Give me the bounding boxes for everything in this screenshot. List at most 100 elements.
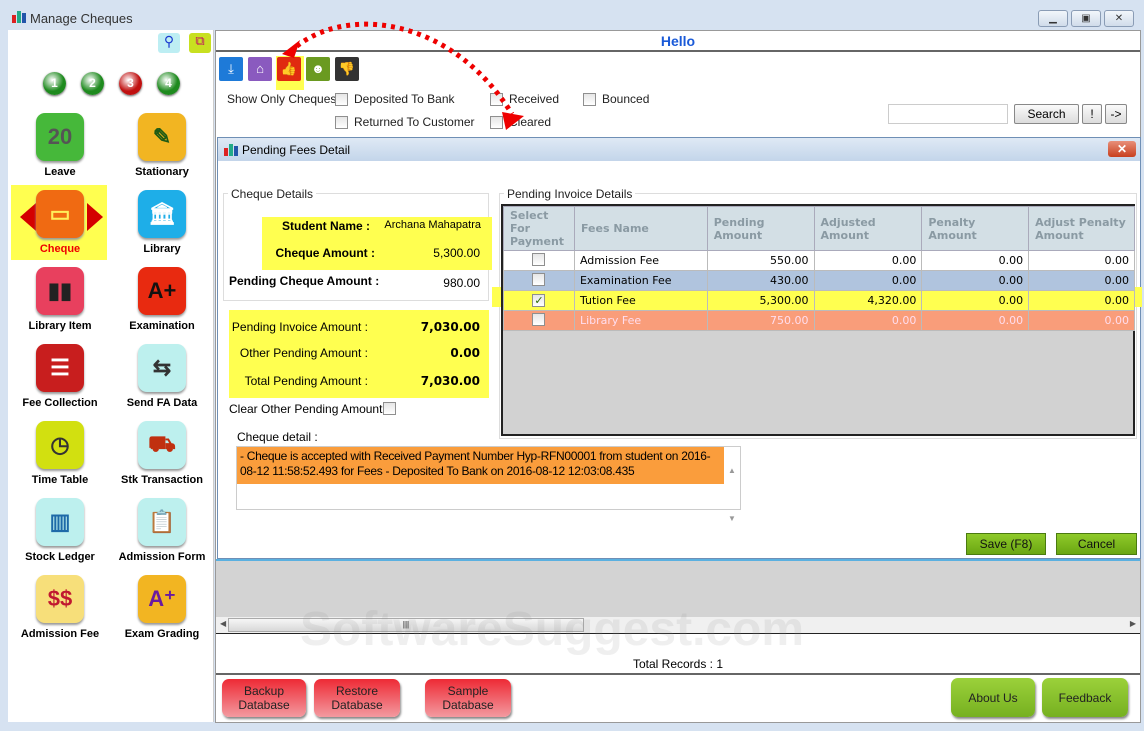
adjusted-amount-cell[interactable]: 0.00	[813, 270, 923, 291]
col-adjusted[interactable]: Adjusted Amount	[813, 206, 923, 251]
search-button[interactable]: Search	[1014, 104, 1079, 124]
clear-other-checkbox[interactable]	[383, 402, 396, 415]
col-adj-penalty[interactable]: Adjust Penalty Amount	[1028, 206, 1135, 251]
table-row[interactable]: Library Fee 750.00 0.00 0.00 0.00	[503, 310, 1135, 331]
scroll-right-icon[interactable]: ▶	[1130, 619, 1136, 628]
clock-icon: ◷	[36, 421, 84, 469]
cheque-detail-textarea[interactable]: - Cheque is accepted with Received Payme…	[236, 446, 741, 523]
sidebar-item-admission-form[interactable]: 📋 Admission Form	[117, 496, 207, 570]
scroll-left-icon[interactable]: ◀	[220, 619, 226, 628]
penalty-amount-cell[interactable]: 0.00	[921, 250, 1030, 271]
adjust-penalty-cell[interactable]: 0.00	[1028, 250, 1135, 271]
filter-bounced[interactable]: Bounced	[583, 92, 649, 106]
exam-paper-icon: A+	[138, 267, 186, 315]
col-pending[interactable]: Pending Amount	[706, 206, 815, 251]
select-checkbox[interactable]	[532, 252, 546, 266]
sidebar-item-stk-transaction[interactable]: ⛟ Stk Transaction	[117, 419, 207, 493]
select-cell[interactable]	[503, 250, 575, 271]
sidebar-item-stationary[interactable]: ✎ Stationary	[117, 111, 207, 185]
penalty-amount-cell[interactable]: 0.00	[921, 290, 1030, 311]
trolley-icon: ⛟	[138, 421, 186, 469]
step-4-button[interactable]: 4	[157, 72, 180, 95]
maximize-button[interactable]: ▣	[1071, 10, 1101, 27]
select-checkbox[interactable]	[532, 272, 546, 286]
sidebar-item-label: Stationary	[135, 166, 189, 178]
sidebar-item-label: Exam Grading	[124, 628, 200, 640]
pending-amount-cell[interactable]: 430.00	[706, 270, 815, 291]
select-checkbox[interactable]: ✓	[532, 294, 546, 307]
sidebar-item-label: Leave	[44, 166, 76, 178]
sidebar-item-library[interactable]: 🏛 Library	[117, 188, 207, 262]
select-cell[interactable]	[503, 270, 575, 291]
adjust-penalty-cell[interactable]: 0.00	[1028, 310, 1135, 331]
fees-name-cell[interactable]: Library Fee	[573, 310, 708, 331]
col-fees-name[interactable]: Fees Name	[573, 206, 708, 251]
adjusted-amount-cell[interactable]: 0.00	[813, 250, 923, 271]
sidebar-item-send-fa-data[interactable]: ⇆ Send FA Data	[117, 342, 207, 416]
feedback-button[interactable]: Feedback	[1042, 678, 1128, 717]
col-select[interactable]: Select For Payment	[503, 206, 575, 251]
step-2-button[interactable]: 2	[81, 72, 104, 95]
backup-database-button[interactable]: Backup Database	[222, 679, 306, 717]
fees-name-cell[interactable]: Admission Fee	[573, 250, 708, 271]
col-penalty[interactable]: Penalty Amount	[921, 206, 1030, 251]
transfer-arrows-icon: ⇆	[138, 344, 186, 392]
sidebar-item-label: Cheque	[39, 243, 81, 255]
download-icon[interactable]: ⤓	[219, 57, 243, 81]
bank-icon[interactable]: ⌂	[248, 57, 272, 81]
adjusted-amount-cell[interactable]: 4,320.00	[813, 290, 923, 311]
sidebar-item-label: Examination	[129, 320, 195, 332]
fees-name-cell[interactable]: Examination Fee	[573, 270, 708, 291]
fees-name-cell[interactable]: Tution Fee	[573, 290, 708, 311]
sidebar-item-cheque[interactable]: ▭ Cheque	[15, 188, 105, 262]
search-input[interactable]	[888, 104, 1008, 124]
pending-amount-cell[interactable]: 5,300.00	[706, 290, 815, 311]
dialog-close-button[interactable]: ✕	[1108, 141, 1136, 157]
penalty-amount-cell[interactable]: 0.00	[921, 270, 1030, 291]
textarea-scrollbar[interactable]: ▲ ▼	[724, 447, 740, 523]
select-cell[interactable]	[503, 310, 575, 331]
clear-other-label: Clear Other Pending Amount :	[229, 402, 390, 416]
sidebar-item-admission-fee[interactable]: $$ Admission Fee	[15, 573, 105, 647]
next-button[interactable]: ->	[1105, 104, 1127, 124]
pending-invoice-label: Pending Invoice Amount :	[231, 320, 368, 334]
pending-amount-cell[interactable]: 550.00	[706, 250, 815, 271]
sidebar-item-leave[interactable]: 20 Leave	[15, 111, 105, 185]
close-button[interactable]: ✕	[1104, 10, 1134, 27]
table-row[interactable]: Admission Fee 550.00 0.00 0.00 0.00	[503, 250, 1135, 271]
sidebar-item-exam-grading[interactable]: A⁺ Exam Grading	[117, 573, 207, 647]
step-1-button[interactable]: 1	[43, 72, 66, 95]
select-checkbox[interactable]	[532, 312, 546, 326]
sample-database-button[interactable]: Sample Database	[425, 679, 511, 717]
sidebar-item-fee-collection[interactable]: ☰ Fee Collection	[15, 342, 105, 416]
about-us-button[interactable]: About Us	[951, 678, 1035, 717]
adjust-penalty-cell[interactable]: 0.00	[1028, 270, 1135, 291]
sidebar-item-time-table[interactable]: ◷ Time Table	[15, 419, 105, 493]
pencil-cup-icon: ✎	[138, 113, 186, 161]
cancel-button[interactable]: Cancel	[1056, 533, 1137, 555]
sidebar-item-examination[interactable]: A+ Examination	[117, 265, 207, 339]
books-icon: ▮▮	[36, 267, 84, 315]
table-row[interactable]: ✓ Tution Fee 5,300.00 4,320.00 0.00 0.00	[503, 290, 1135, 311]
minimize-button[interactable]: ▁	[1038, 10, 1068, 27]
step-3-button[interactable]: 3	[119, 72, 142, 95]
penalty-amount-cell[interactable]: 0.00	[921, 310, 1030, 331]
select-cell[interactable]: ✓	[503, 290, 575, 311]
search-icon[interactable]: ⚲	[158, 33, 180, 53]
adjust-penalty-cell[interactable]: 0.00	[1028, 290, 1135, 311]
pending-invoice-value: 7,030.00	[420, 320, 480, 334]
divider	[216, 673, 1140, 675]
alert-button[interactable]: !	[1082, 104, 1102, 124]
adjusted-amount-cell[interactable]: 0.00	[813, 310, 923, 331]
save-button[interactable]: Save (F8)	[966, 533, 1046, 555]
pending-cheque-value: 980.00	[443, 276, 480, 290]
sidebar-item-stock-ledger[interactable]: ▥ Stock Ledger	[15, 496, 105, 570]
checkbox[interactable]	[583, 92, 596, 106]
student-name-label: Student Name :	[281, 219, 370, 233]
restore-database-button[interactable]: Restore Database	[314, 679, 400, 717]
pending-amount-cell[interactable]: 750.00	[706, 310, 815, 331]
windows-icon[interactable]: ⧉	[189, 33, 211, 53]
sidebar-item-label: Admission Fee	[20, 628, 100, 640]
sidebar-item-library-item[interactable]: ▮▮ Library Item	[15, 265, 105, 339]
table-row[interactable]: Examination Fee 430.00 0.00 0.00 0.00	[503, 270, 1135, 291]
